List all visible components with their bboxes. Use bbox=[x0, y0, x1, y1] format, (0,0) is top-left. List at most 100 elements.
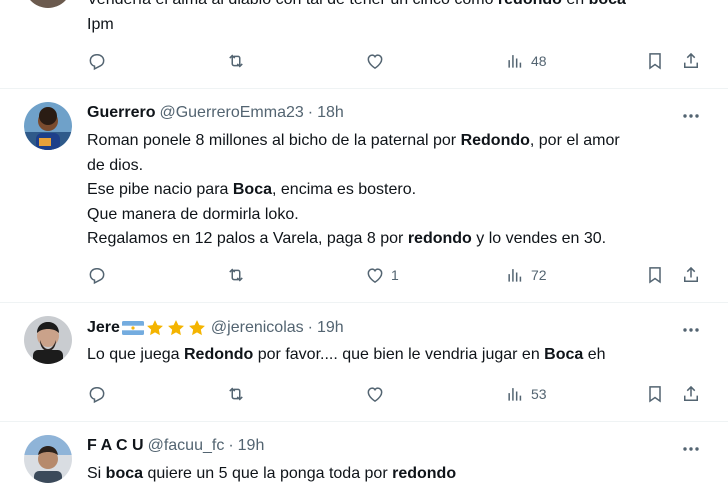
text-segment: eh bbox=[583, 346, 606, 363]
views-count: 72 bbox=[531, 267, 547, 283]
tweet-text-line: Que manera de dormirla loko. bbox=[87, 203, 620, 228]
timestamp[interactable]: 19h bbox=[317, 319, 344, 337]
display-name[interactable]: F A C U bbox=[87, 437, 144, 455]
like-button[interactable] bbox=[365, 383, 385, 405]
text-segment: , por el amor bbox=[529, 132, 620, 149]
tweet-text-line: Ese pibe nacio para Boca, encima es bost… bbox=[87, 178, 620, 203]
display-name[interactable]: Jere bbox=[87, 319, 120, 337]
tweet-2[interactable]: Jere @jerenicolas · 19h Lo que juega Red… bbox=[0, 303, 728, 421]
user-handle[interactable]: @jerenicolas bbox=[211, 319, 304, 337]
like-button[interactable]: 1 bbox=[365, 264, 399, 286]
retweet-button[interactable] bbox=[226, 50, 246, 72]
reply-icon bbox=[89, 387, 105, 404]
avatar[interactable] bbox=[24, 316, 72, 364]
tweet-header: Guerrero @GuerreroEmma23 · 18h bbox=[87, 104, 344, 122]
tweet-body: Lo que juega Redondo por favor.... que b… bbox=[87, 343, 606, 368]
more-icon bbox=[683, 114, 699, 118]
bookmark-icon bbox=[649, 386, 661, 403]
separator-dot: · bbox=[307, 104, 314, 121]
tweet-3[interactable]: F A C U @facuu_fc · 19h Si boca quiere u… bbox=[0, 422, 728, 488]
reply-icon bbox=[89, 54, 105, 71]
retweet-icon bbox=[229, 54, 243, 68]
text-segment: y lo vendes en 30. bbox=[471, 230, 607, 247]
retweet-icon bbox=[229, 387, 243, 401]
star-icon bbox=[147, 320, 163, 336]
views-button[interactable]: 53 bbox=[505, 383, 547, 405]
highlighted-term: Boca bbox=[544, 346, 584, 363]
more-button[interactable] bbox=[681, 106, 701, 126]
highlighted-term: Boca bbox=[232, 181, 272, 198]
text-segment: Roman ponele 8 millones al bicho de la p… bbox=[87, 132, 461, 149]
tweet-header: Jere @jerenicolas · 19h bbox=[87, 318, 344, 338]
more-icon bbox=[683, 328, 699, 332]
avatar[interactable] bbox=[24, 435, 72, 483]
highlighted-term: Redondo bbox=[460, 132, 530, 149]
text-segment: por favor.... que bien le vendria jugar … bbox=[253, 346, 545, 363]
tweet-text-line: Ipm bbox=[87, 13, 626, 38]
avatar[interactable] bbox=[24, 0, 72, 8]
tweet-0[interactable]: Vendería el alma al diablo con tal de te… bbox=[0, 0, 728, 88]
user-handle[interactable]: @facuu_fc bbox=[148, 437, 225, 455]
tweet-text-line: Lo que juega Redondo por favor.... que b… bbox=[87, 343, 606, 368]
views-button[interactable]: 72 bbox=[505, 264, 547, 286]
share-button[interactable] bbox=[681, 264, 701, 286]
reply-button[interactable] bbox=[87, 264, 107, 286]
separator-dot: · bbox=[307, 319, 313, 336]
text-segment: de dios. bbox=[87, 156, 144, 174]
text-segment: Si bbox=[87, 465, 106, 482]
more-icon bbox=[683, 447, 699, 451]
tweet-text-line: Regalamos en 12 palos a Varela, paga 8 p… bbox=[87, 227, 620, 252]
bookmark-button[interactable] bbox=[645, 264, 665, 286]
tweet-1[interactable]: Guerrero @GuerreroEmma23 · 18h Roman pon… bbox=[0, 89, 728, 302]
highlighted-term: boca bbox=[589, 0, 626, 8]
share-icon bbox=[684, 52, 698, 68]
avatar[interactable] bbox=[24, 102, 72, 150]
reply-button[interactable] bbox=[87, 50, 107, 72]
tweet-actions: 53 bbox=[0, 383, 728, 405]
share-icon bbox=[684, 266, 698, 282]
user-handle[interactable]: @GuerreroEmma23 bbox=[159, 104, 303, 122]
display-name[interactable]: Guerrero bbox=[87, 104, 155, 122]
reply-button[interactable] bbox=[87, 383, 107, 405]
bookmark-button[interactable] bbox=[645, 50, 665, 72]
more-button[interactable] bbox=[681, 439, 701, 459]
tweet-actions: 1 72 bbox=[0, 264, 728, 286]
like-button[interactable] bbox=[365, 50, 385, 72]
separator-dot: · bbox=[228, 437, 234, 454]
share-icon bbox=[684, 385, 698, 401]
views-icon bbox=[508, 269, 522, 282]
star-icon bbox=[189, 320, 205, 336]
retweet-button[interactable] bbox=[226, 383, 246, 405]
timestamp[interactable]: 19h bbox=[238, 437, 265, 455]
text-segment: Regalamos en 12 palos a Varela, paga 8 p… bbox=[87, 230, 408, 247]
tweet-actions: 48 bbox=[0, 50, 728, 72]
text-segment: Vendería el alma al diablo con tal de te… bbox=[87, 0, 498, 8]
star-icon bbox=[168, 320, 184, 336]
views-icon bbox=[508, 388, 522, 401]
heart-icon bbox=[367, 387, 383, 402]
heart-icon bbox=[367, 54, 383, 69]
views-icon bbox=[508, 55, 522, 68]
tweet-text-line: Roman ponele 8 millones al bicho de la p… bbox=[87, 129, 620, 154]
retweet-icon bbox=[229, 268, 243, 282]
share-button[interactable] bbox=[681, 383, 701, 405]
tweet-text-line: de dios. bbox=[87, 154, 620, 179]
views-count: 48 bbox=[531, 53, 547, 69]
tweet-body: Roman ponele 8 millones al bicho de la p… bbox=[87, 129, 620, 252]
text-segment: Ese pibe nacio para bbox=[87, 181, 233, 198]
share-button[interactable] bbox=[681, 50, 701, 72]
text-segment: en bbox=[562, 0, 589, 8]
highlighted-term: redondo bbox=[498, 0, 562, 8]
timestamp[interactable]: 18h bbox=[317, 104, 344, 122]
highlighted-term: boca bbox=[105, 465, 144, 482]
bookmark-button[interactable] bbox=[645, 383, 665, 405]
text-segment: Ipm bbox=[87, 15, 114, 33]
text-segment: , encima es bostero. bbox=[272, 181, 417, 198]
tweet-text-line: Si boca quiere un 5 que la ponga toda po… bbox=[87, 462, 456, 487]
views-button[interactable]: 48 bbox=[505, 50, 547, 72]
bookmark-icon bbox=[649, 267, 661, 284]
retweet-button[interactable] bbox=[226, 264, 246, 286]
reply-icon bbox=[89, 268, 105, 285]
likes-count: 1 bbox=[391, 267, 399, 283]
more-button[interactable] bbox=[681, 320, 701, 340]
